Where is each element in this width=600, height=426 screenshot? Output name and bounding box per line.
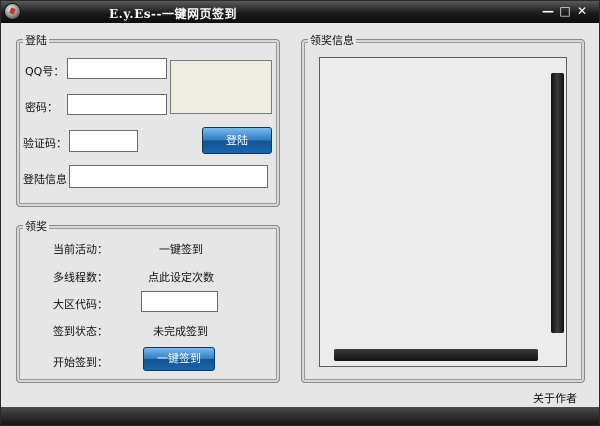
region-label: 大区代码： (53, 298, 108, 311)
vertical-scrollbar[interactable] (551, 73, 564, 333)
password-input[interactable] (67, 94, 167, 115)
bottom-bar (1, 407, 599, 425)
horizontal-scrollbar[interactable] (334, 349, 538, 361)
login-legend: 登陆 (23, 32, 49, 48)
app-window: E.y.Es--一键网页签到 — □ ✕ 登陆 QQ号： 密码： 验证码： 登陆… (0, 0, 600, 426)
qq-label: QQ号： (25, 65, 65, 78)
app-logo-icon (5, 4, 20, 19)
login-info-field[interactable] (69, 165, 268, 188)
captcha-image[interactable] (170, 60, 272, 114)
minimize-icon[interactable]: — (541, 4, 555, 18)
reward-legend: 领奖 (23, 218, 49, 234)
reward-info-legend: 领奖信息 (308, 32, 356, 48)
maximize-icon[interactable]: □ (558, 4, 572, 18)
status-value: 未完成签到 (153, 325, 208, 338)
window-title: E.y.Es--一键网页签到 (109, 7, 237, 21)
one-click-signin-button[interactable]: 一键签到 (143, 347, 215, 371)
qq-input[interactable] (67, 58, 167, 79)
captcha-label: 验证码： (23, 137, 67, 150)
activity-label: 当前活动： (53, 243, 108, 256)
activity-value: 一键签到 (159, 243, 203, 256)
region-input[interactable] (141, 291, 218, 312)
threads-link[interactable]: 点此设定次数 (148, 269, 214, 285)
reward-info-list[interactable] (319, 57, 567, 367)
status-label: 签到状态： (53, 325, 108, 338)
threads-label: 多线程数： (53, 271, 108, 284)
login-button[interactable]: 登陆 (202, 127, 272, 154)
close-icon[interactable]: ✕ (575, 4, 589, 18)
captcha-input[interactable] (69, 130, 138, 152)
title-bar[interactable]: E.y.Es--一键网页签到 — □ ✕ (1, 1, 599, 23)
about-author-link[interactable]: 关于作者 (533, 390, 577, 406)
password-label: 密码： (25, 101, 58, 114)
start-label: 开始签到： (53, 356, 108, 369)
